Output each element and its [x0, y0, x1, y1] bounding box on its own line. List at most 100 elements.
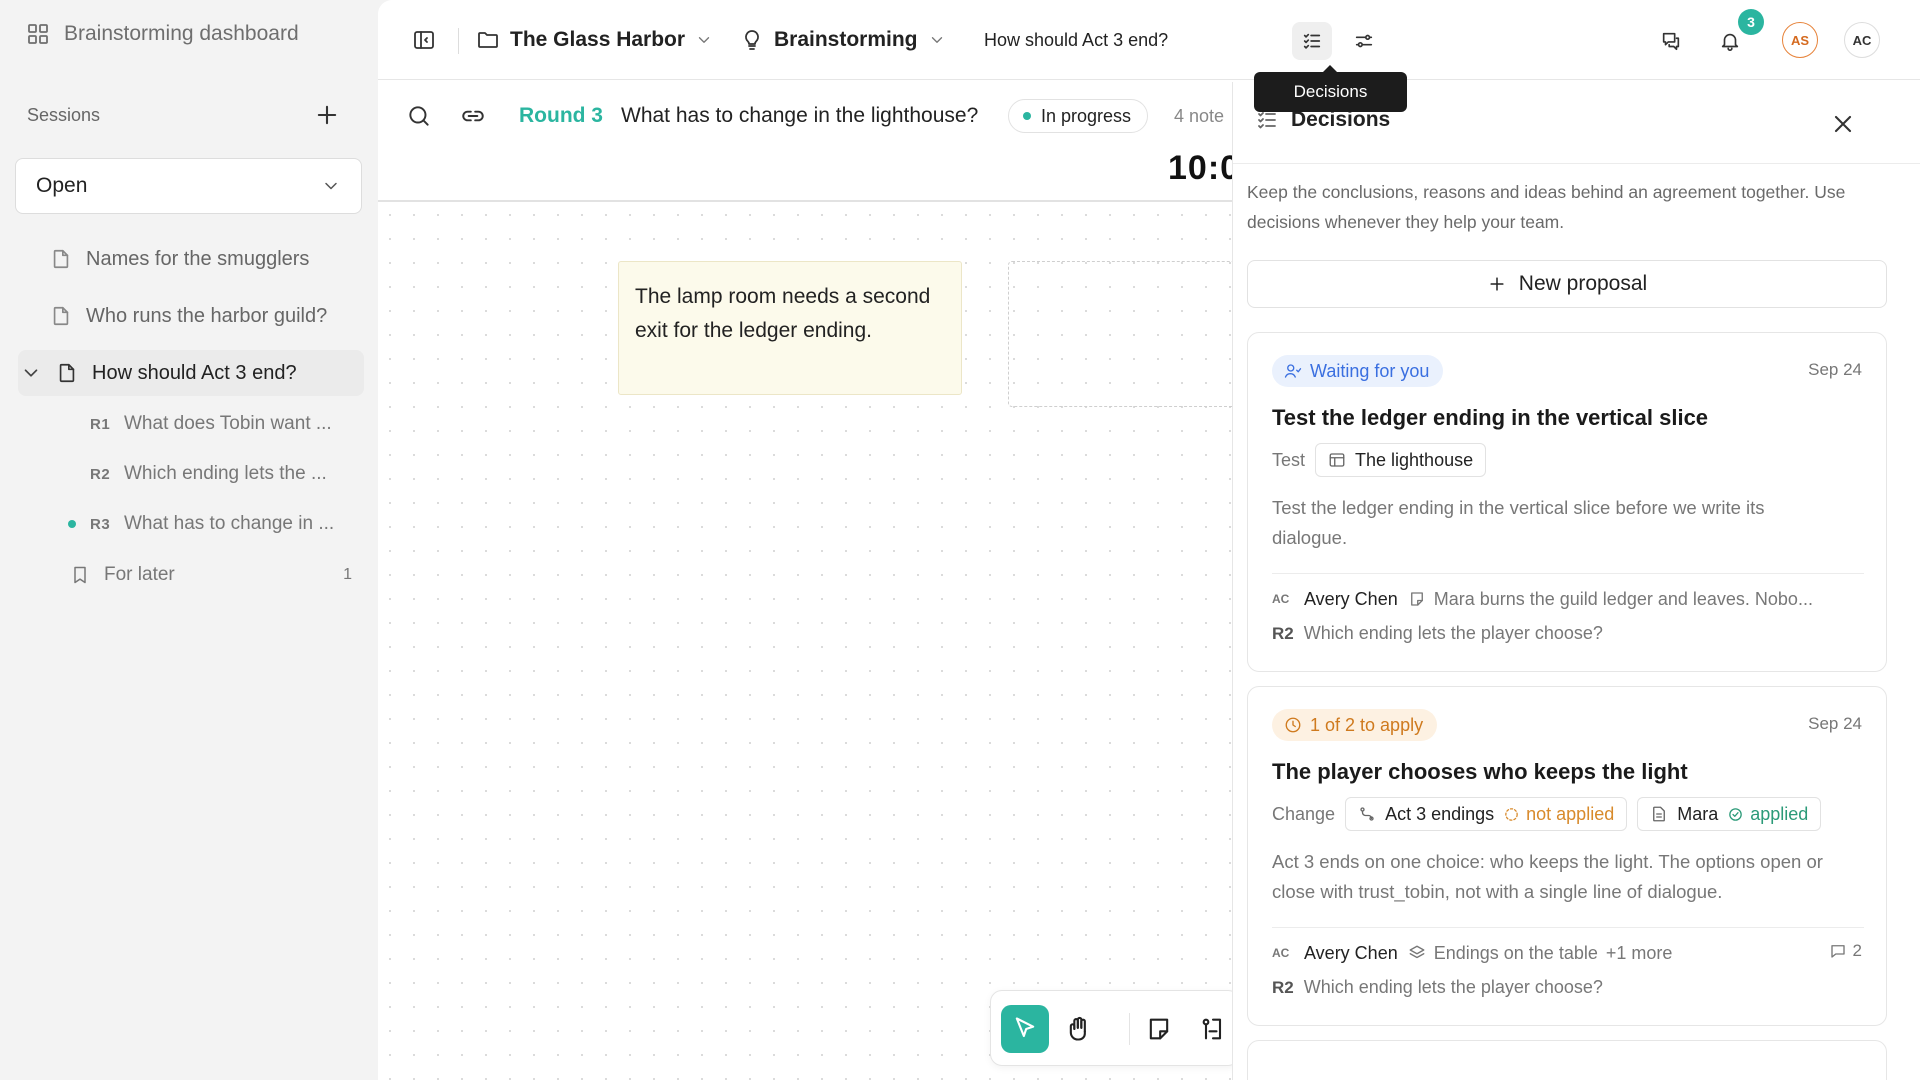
sticky-note[interactable]: The lamp room needs a second exit for th…: [618, 261, 962, 395]
decision-card[interactable]: [1247, 1040, 1887, 1080]
link-icon: [460, 103, 486, 129]
branch-icon: [1358, 805, 1376, 823]
card-round[interactable]: R2 Which ending lets the player choose?: [1272, 623, 1603, 644]
copy-link-button[interactable]: [460, 98, 486, 134]
pan-tool-button[interactable]: [1055, 1005, 1103, 1053]
round-question-text: What has to change in the lighthouse?: [621, 104, 979, 127]
top-bar: The Glass Harbor Brainstorming How shoul…: [378, 0, 1920, 80]
author-name: Avery Chen: [1304, 942, 1398, 963]
card-title: Test the ledger ending in the vertical s…: [1272, 405, 1709, 430]
round-label: Round 3: [519, 98, 603, 134]
sidebar-round-item-current[interactable]: R3 What has to change in ...: [68, 505, 334, 543]
user-avatar[interactable]: AC: [1844, 22, 1880, 58]
cursor-arrow-icon: [1011, 1015, 1039, 1043]
referenced-note-text: Mara burns the guild ledger and leaves. …: [1433, 588, 1813, 609]
card-round[interactable]: R2 Which ending lets the player choose?: [1272, 977, 1603, 998]
sessions-label: Sessions: [27, 105, 101, 125]
note-icon: [1408, 590, 1426, 608]
chevron-down-icon: [695, 31, 713, 49]
sidebar-round-item[interactable]: R1 What does Tobin want ...: [90, 405, 332, 443]
linked-item-chip[interactable]: Mara applied: [1637, 797, 1822, 831]
comment-count-text: 2: [1852, 941, 1862, 960]
document-icon: [1650, 805, 1668, 823]
chat-bubbles-icon: [1660, 30, 1682, 52]
dashed-circle-icon: [1503, 806, 1520, 823]
chevron-down-icon[interactable]: [20, 362, 42, 384]
comment-count[interactable]: 2: [1829, 941, 1862, 961]
card-title: The player chooses who keeps the light: [1272, 759, 1688, 784]
round-label: What does Tobin want ...: [124, 413, 332, 434]
session-filter-select[interactable]: Open: [15, 158, 362, 214]
referenced-note-text: Endings on the table: [1433, 942, 1598, 963]
sidebar-item-session[interactable]: Names for the smugglers: [50, 236, 309, 282]
bookmark-icon: [70, 565, 90, 585]
linked-item-chip[interactable]: The lighthouse: [1315, 443, 1487, 477]
round-tag: R3: [90, 515, 111, 533]
referenced-note[interactable]: Mara burns the guild ledger and leaves. …: [1408, 589, 1813, 610]
referenced-note[interactable]: Endings on the table +1 more: [1408, 942, 1672, 964]
sidebar: Brainstorming dashboard Sessions Open Na…: [0, 0, 378, 1080]
clock-icon: [1284, 716, 1302, 734]
decisions-tooltip: Decisions: [1254, 65, 1407, 112]
decisions-button[interactable]: [1292, 22, 1332, 60]
round-label: Which ending lets the ...: [124, 463, 327, 484]
current-round-indicator: [68, 520, 76, 528]
close-panel-button[interactable]: [1829, 110, 1857, 138]
avatar[interactable]: AS: [1782, 22, 1818, 58]
comments-button[interactable]: [1651, 22, 1691, 60]
bell-icon: [1719, 30, 1741, 52]
canvas-toolbar: [990, 990, 1240, 1066]
round-tag: R1: [90, 415, 111, 433]
chip-label: The lighthouse: [1355, 449, 1474, 470]
folder-icon: [476, 28, 500, 52]
status-text: In progress: [1041, 105, 1132, 126]
sidebar-item-label: Who runs the harbor guild?: [86, 304, 328, 327]
decision-card[interactable]: Waiting for you Sep 24 Test the ledger e…: [1247, 332, 1887, 672]
notes-count: 4 note: [1174, 98, 1224, 134]
session-question-breadcrumb[interactable]: How should Act 3 end?: [984, 22, 1168, 58]
check-circle-icon: [1727, 806, 1744, 823]
search-icon: [406, 103, 432, 129]
sidebar-round-item[interactable]: R2 Which ending lets the ...: [90, 455, 327, 493]
card-author: AC Avery Chen Endings on the table +1 mo…: [1272, 939, 1672, 967]
dashboard-link[interactable]: Brainstorming dashboard: [26, 22, 299, 46]
for-later-item[interactable]: For later 1: [70, 556, 352, 594]
card-body: Test the ledger ending in the vertical s…: [1272, 497, 1765, 548]
card-author: AC Avery Chen Mara burns the guild ledge…: [1272, 585, 1813, 613]
connector-tool-button[interactable]: [1189, 1005, 1237, 1053]
document-icon: [56, 362, 78, 384]
project-selector[interactable]: The Glass Harbor: [476, 22, 713, 58]
plus-icon: [1487, 274, 1507, 294]
chevron-down-icon: [928, 31, 946, 49]
project-name: The Glass Harbor: [510, 28, 686, 51]
chip-label: Mara: [1677, 803, 1719, 824]
mode-name: Brainstorming: [774, 28, 918, 51]
sidebar-item-session[interactable]: Who runs the harbor guild?: [50, 293, 327, 339]
select-tool-button[interactable]: [1001, 1005, 1049, 1053]
decision-card[interactable]: 1 of 2 to apply Sep 24 The player choose…: [1247, 686, 1887, 1026]
dashboard-grid-icon: [26, 22, 50, 46]
card-body: Act 3 ends on one choice: who keeps the …: [1272, 851, 1823, 902]
round-number: Round 3: [519, 104, 603, 127]
note-tool-button[interactable]: [1135, 1005, 1183, 1053]
round-question: What has to change in the lighthouse?: [621, 98, 978, 134]
divider: [1272, 573, 1864, 574]
linked-item-chip[interactable]: Act 3 endings not applied: [1345, 797, 1628, 831]
toggle-sidebar-button[interactable]: [412, 22, 436, 58]
filters-button[interactable]: [1344, 22, 1384, 60]
empty-note-placeholder[interactable]: [1008, 261, 1248, 407]
search-button[interactable]: [406, 98, 432, 134]
new-proposal-button[interactable]: New proposal: [1247, 260, 1887, 308]
checklist-icon: [1301, 30, 1323, 52]
sidebar-item-session-active[interactable]: How should Act 3 end?: [18, 350, 364, 396]
panel-description: Keep the conclusions, reasons and ideas …: [1247, 182, 1846, 232]
status-badge: Waiting for you: [1272, 355, 1444, 387]
sidebar-toggle-icon: [412, 28, 436, 52]
round-tag: R2: [90, 465, 111, 483]
status-pill[interactable]: In progress: [1008, 98, 1149, 134]
mode-selector[interactable]: Brainstorming: [740, 22, 946, 58]
add-session-button[interactable]: [313, 101, 341, 129]
round-question: Which ending lets the player choose?: [1303, 977, 1603, 997]
toolbar-divider: [1129, 1013, 1130, 1045]
for-later-label: For later: [104, 564, 175, 585]
